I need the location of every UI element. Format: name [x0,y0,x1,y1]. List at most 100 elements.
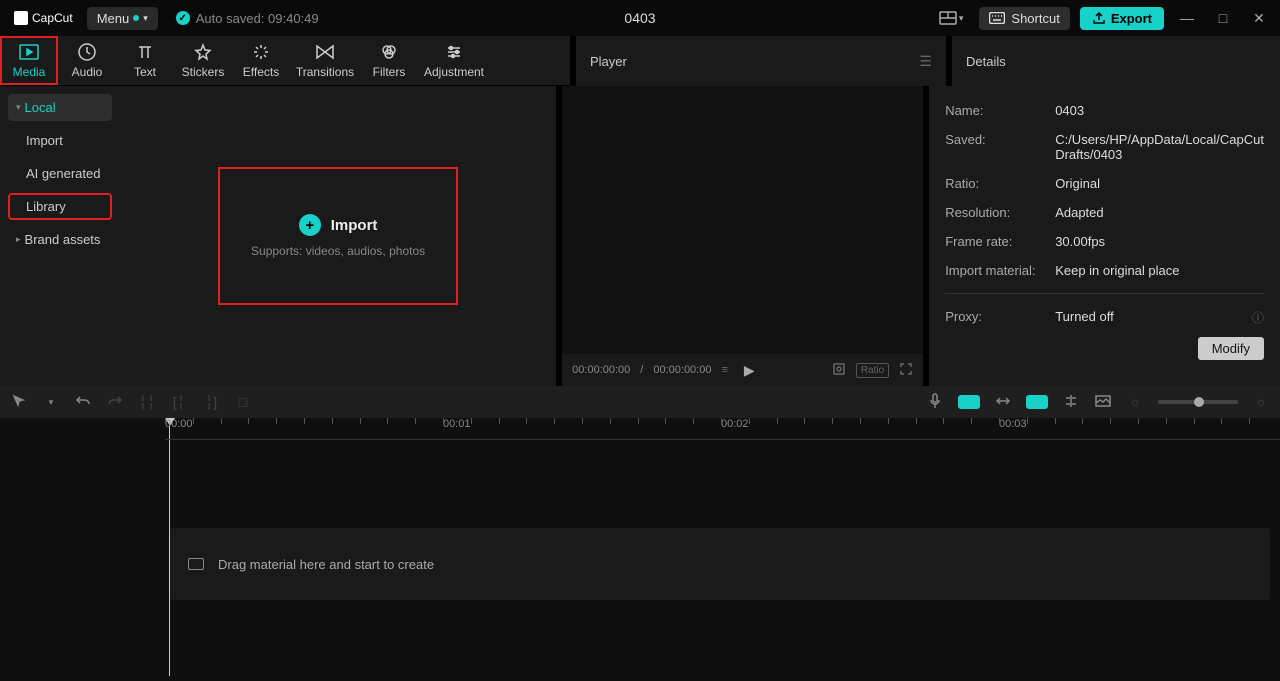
import-subtitle: Supports: videos, audios, photos [251,244,425,258]
detail-row-name: Name: 0403 [945,96,1264,125]
sidebar-item-local[interactable]: ▾ Local [8,94,112,121]
close-button[interactable]: ✕ [1246,10,1272,27]
link-toggle[interactable] [994,394,1012,411]
player-options-icon[interactable]: ≡ [721,364,727,376]
details-panel: Name: 0403 Saved: C:/Users/HP/AppData/Lo… [929,86,1280,386]
player-time-current: 00:00:00:00 [572,364,630,376]
sidebar-item-library[interactable]: Library [8,193,112,220]
sidebar-item-label: Brand assets [25,232,101,247]
autosave-status: ✓ Auto saved: 09:40:49 [176,11,319,26]
crop-icon[interactable] [832,362,846,379]
ratio-button[interactable]: Ratio [856,363,889,378]
align-button[interactable] [1062,394,1080,411]
project-title: 0403 [624,10,655,26]
capcut-logo-icon [14,11,28,25]
tab-label: Text [134,65,156,79]
sidebar-item-label: Local [25,100,56,115]
cover-button[interactable] [1094,394,1112,410]
tab-label: Adjustment [424,65,484,79]
autosave-label: Auto saved: 09:40:49 [196,11,319,26]
sidebar-item-brand-assets[interactable]: ▸ Brand assets [8,226,112,253]
transitions-icon [315,42,335,62]
layout-icon [939,11,957,25]
menu-dot-icon [133,15,139,21]
keyboard-icon [989,12,1005,24]
tab-label: Audio [72,65,103,79]
menu-label: Menu [97,11,130,26]
detail-value: Adapted [1055,205,1264,220]
tab-label: Transitions [296,65,354,79]
pointer-tool[interactable] [10,394,28,411]
detail-row-import-material: Import material: Keep in original place [945,256,1264,285]
redo-button[interactable] [106,394,124,411]
zoom-slider[interactable] [1158,400,1238,404]
undo-button[interactable] [74,394,92,411]
player-canvas[interactable] [562,86,923,354]
detail-label: Proxy: [945,309,1055,326]
fullscreen-icon[interactable] [899,362,913,379]
tab-filters[interactable]: Filters [360,36,418,85]
timeline-drop-area[interactable]: Drag material here and start to create [170,528,1270,600]
maximize-button[interactable]: □ [1210,10,1236,26]
play-button[interactable]: ▶ [744,362,755,379]
sidebar-item-label: AI generated [26,166,100,181]
zoom-in-button[interactable]: ○ [1252,394,1270,410]
detail-value: 30.00fps [1055,234,1264,249]
adjustment-icon [444,42,464,62]
mic-button[interactable] [926,393,944,412]
tab-transitions[interactable]: Transitions [290,36,360,85]
tab-adjustment[interactable]: Adjustment [418,36,490,85]
player-panel: 00:00:00:00 / 00:00:00:00 ≡ ▶ Ratio [562,86,923,386]
delete-button[interactable]: □ [234,394,252,410]
details-title: Details [966,54,1006,69]
chevron-right-icon: ▸ [16,234,21,245]
ruler-tick: 00:01 [443,418,471,430]
stickers-icon [193,42,213,62]
timeline-ruler[interactable]: 00:00 00:01 00:02 00:03 [165,418,1280,440]
magnet-toggle-on[interactable] [958,395,980,409]
tab-effects[interactable]: Effects [232,36,290,85]
detail-row-saved: Saved: C:/Users/HP/AppData/Local/CapCut … [945,125,1264,169]
sidebar-item-ai-generated[interactable]: AI generated [8,160,112,187]
player-header: Player ☰ [576,36,946,86]
player-time-total: 00:00:00:00 [653,364,711,376]
shortcut-button[interactable]: Shortcut [979,7,1069,30]
category-tabs: Media Audio Text Stickers Effects Transi… [0,36,570,86]
player-title: Player [590,54,627,69]
modify-button[interactable]: Modify [1198,337,1264,360]
export-button[interactable]: Export [1080,7,1164,30]
audio-icon [77,42,97,62]
shortcut-label: Shortcut [1011,11,1059,26]
zoom-out-button[interactable]: ○ [1126,394,1144,410]
detail-value: Keep in original place [1055,263,1264,278]
trim-left-button[interactable]: [╎ [170,394,188,411]
detail-label: Resolution: [945,205,1055,220]
preview-toggle-on[interactable] [1026,395,1048,409]
trim-right-button[interactable]: ╎] [202,394,220,411]
tab-stickers[interactable]: Stickers [174,36,232,85]
sidebar-item-import[interactable]: Import [8,127,112,154]
app-name: CapCut [32,11,73,25]
layout-button[interactable]: ▾ [933,7,970,29]
split-button[interactable]: ╎╎ [138,394,156,411]
sidebar-item-label: Import [26,133,63,148]
player-controls: 00:00:00:00 / 00:00:00:00 ≡ ▶ Ratio [562,354,923,386]
minimize-button[interactable]: — [1174,10,1200,26]
timeline-drop-hint: Drag material here and start to create [218,557,434,572]
import-dropzone[interactable]: + Import Supports: videos, audios, photo… [218,167,458,305]
tab-audio[interactable]: Audio [58,36,116,85]
menu-button[interactable]: Menu ▾ [87,7,158,30]
chevron-down-icon: ▾ [16,102,21,113]
player-menu-button[interactable]: ☰ [919,53,932,70]
chevron-down-icon: ▾ [959,13,964,24]
text-icon [135,42,155,62]
tab-media[interactable]: Media [0,36,58,85]
tab-label: Stickers [182,65,225,79]
timeline[interactable]: 00:00 00:01 00:02 00:03 Drag material he… [0,418,1280,681]
chevron-down-icon[interactable]: ▾ [42,397,60,408]
detail-label: Name: [945,103,1055,118]
film-icon [188,558,204,570]
tab-text[interactable]: Text [116,36,174,85]
info-icon[interactable]: ⓘ [1252,309,1264,326]
details-header: Details [952,36,1280,86]
